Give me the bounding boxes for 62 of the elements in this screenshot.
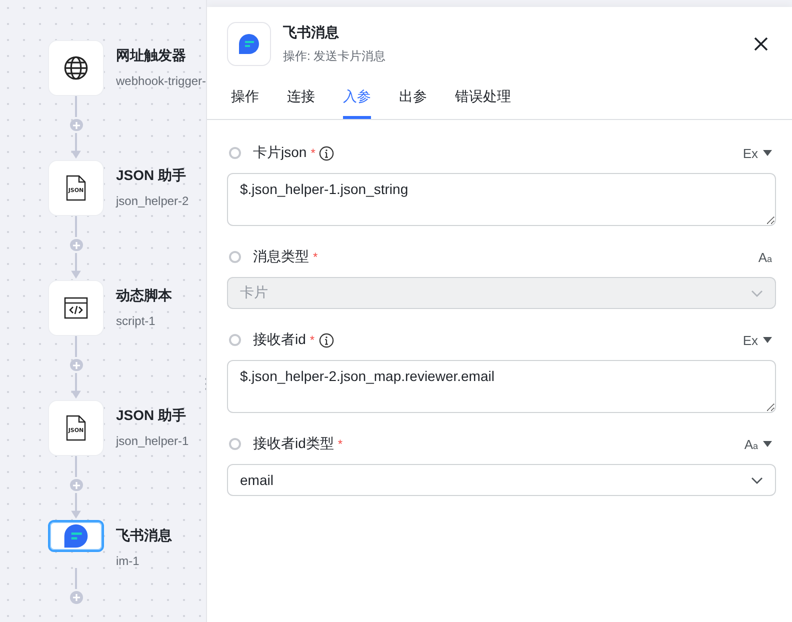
tab[interactable]: 出参 — [399, 88, 427, 119]
plus-icon — [72, 362, 80, 369]
select-field[interactable]: email — [227, 464, 776, 496]
flow-node[interactable] — [48, 520, 104, 552]
panel-subtitle: 操作: 发送卡片消息 — [283, 48, 387, 64]
add-step-button[interactable] — [70, 238, 82, 252]
chevron-down-icon — [751, 476, 763, 484]
add-step-button[interactable] — [70, 358, 82, 372]
node-id: im-1 — [116, 554, 140, 568]
info-icon[interactable] — [319, 146, 334, 160]
node-id: script-1 — [116, 314, 156, 328]
radio-button[interactable] — [229, 147, 241, 159]
node-id: json_helper-1 — [116, 434, 189, 448]
add-step-button[interactable] — [70, 591, 82, 604]
connector-arrow — [70, 373, 82, 400]
add-step-button[interactable] — [70, 478, 82, 492]
connector-line — [75, 96, 77, 117]
field-label: 消息类型 — [253, 248, 309, 266]
connector-arrow — [70, 253, 82, 280]
connector-arrow — [70, 133, 82, 160]
connector-arrow — [70, 493, 82, 520]
field-label: 卡片json — [253, 144, 307, 162]
required-mark: * — [310, 146, 316, 160]
field-label: 接收者id — [253, 331, 306, 349]
input-mode-button[interactable]: Ex — [738, 332, 776, 348]
panel-title: 飞书消息 — [283, 24, 340, 42]
required-mark: * — [310, 333, 315, 347]
globe-icon — [63, 55, 89, 81]
plus-icon — [72, 242, 80, 249]
connector-line — [75, 216, 77, 237]
node-title: 动态脚本 — [116, 287, 172, 305]
tab[interactable]: 操作 — [231, 88, 259, 119]
node-title: JSON 助手 — [116, 167, 188, 185]
code-window-icon — [64, 297, 88, 319]
plus-icon — [72, 122, 80, 129]
plus-icon — [72, 594, 80, 601]
connector-line — [75, 336, 77, 357]
info-icon[interactable] — [318, 332, 334, 348]
node-title: 飞书消息 — [116, 527, 172, 545]
node-title: JSON 助手 — [116, 407, 188, 425]
close-icon — [754, 37, 768, 51]
tab[interactable]: 入参 — [343, 88, 371, 119]
chat-bubble-icon — [237, 32, 261, 56]
tab[interactable]: 连接 — [287, 88, 315, 119]
node-title: 网址触发器 — [116, 47, 187, 65]
required-mark: * — [313, 250, 318, 264]
input-mode-button[interactable]: Ex — [738, 146, 776, 160]
radio-button[interactable] — [229, 334, 241, 346]
tab[interactable]: 错误处理 — [455, 88, 511, 119]
expression-field[interactable]: $.json_helper-1.json_string — [227, 173, 776, 226]
chat-bubble-icon — [62, 522, 90, 550]
chevron-down-icon — [751, 290, 763, 296]
connector-line — [75, 568, 77, 589]
plus-icon — [72, 482, 80, 489]
field-label: 接收者id类型 — [253, 435, 334, 453]
required-mark: * — [338, 437, 343, 451]
node-id: webhook-trigger- — [116, 74, 206, 88]
node-id: json_helper-2 — [116, 194, 189, 208]
expression-field[interactable]: $.json_helper-2.json_map.reviewer.email — [227, 360, 776, 413]
connector-line — [75, 456, 77, 477]
add-step-button[interactable] — [70, 118, 82, 132]
radio-button[interactable] — [229, 438, 241, 450]
